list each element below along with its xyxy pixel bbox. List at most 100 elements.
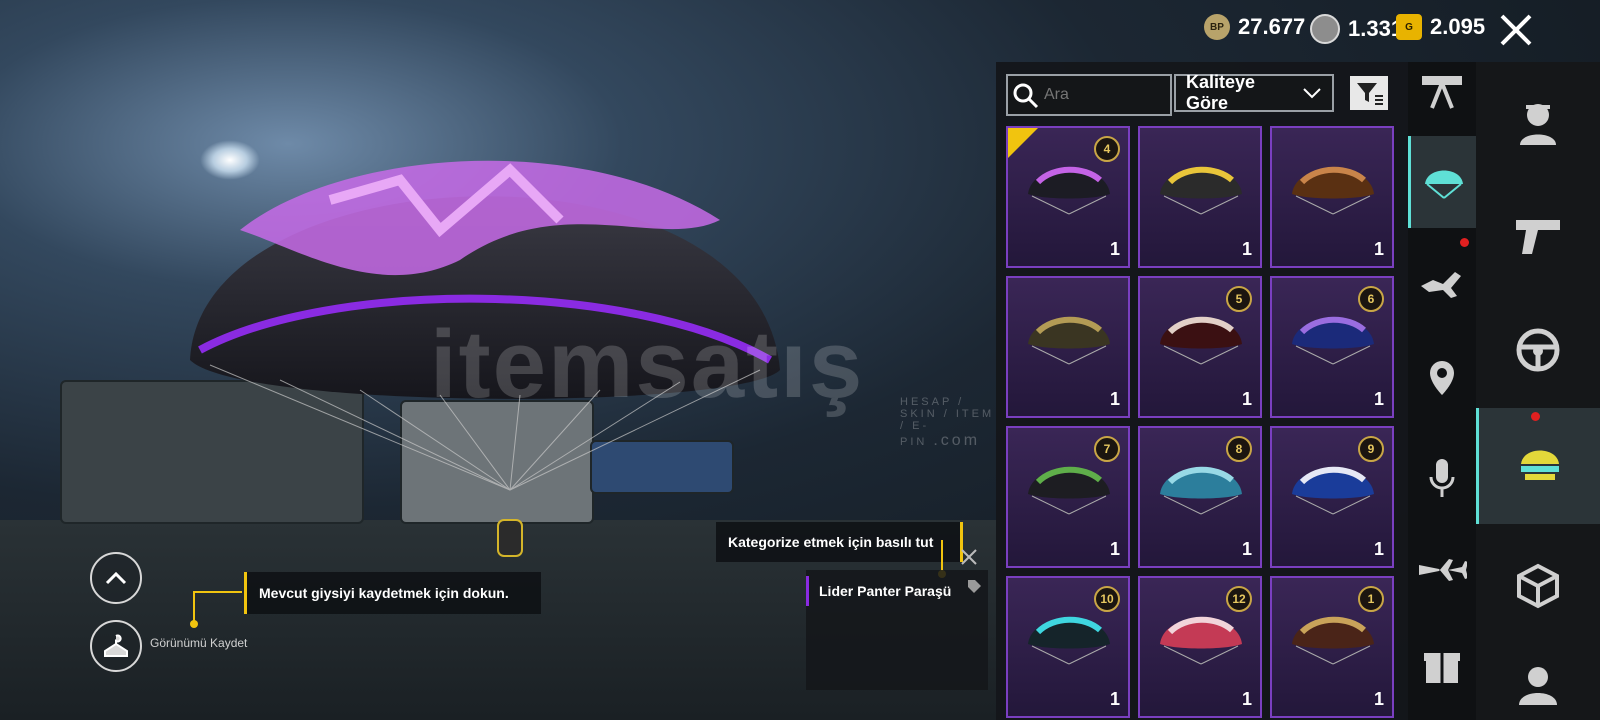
parachute-skin-thumbnail [1292, 316, 1374, 365]
level-badge: 6 [1358, 286, 1384, 312]
item-grid: 4 1 1 1 1 5 1 6 1 7 1 8 1 9 1 10 1 12 1 1 1 [1006, 126, 1394, 718]
parachute-skin-thumbnail [1028, 616, 1110, 665]
character-icon [1520, 104, 1556, 145]
tab-gift[interactable] [1408, 630, 1476, 700]
inventory-item[interactable]: 51 [1138, 276, 1262, 418]
watermark: itemsatış [430, 311, 865, 418]
crate-icon [1517, 563, 1559, 609]
parachute-skin-thumbnail [1292, 616, 1374, 665]
search-icon [1013, 83, 1039, 109]
item-quantity: 1 [1373, 689, 1384, 709]
inventory-item[interactable]: 61 [1270, 276, 1394, 418]
item-quantity: 1 [1109, 389, 1120, 409]
microphone-icon [1429, 459, 1455, 497]
level-badge: 5 [1226, 286, 1252, 312]
parachute-skin-thumbnail [1028, 166, 1110, 215]
tag-icon[interactable] [966, 578, 982, 594]
parachute-skin-thumbnail [1160, 166, 1242, 215]
gift-box-icon [1424, 653, 1460, 683]
steering-wheel-icon [1516, 328, 1560, 372]
inventory-item[interactable]: 11 [1270, 576, 1394, 718]
close-icon[interactable] [1498, 12, 1534, 48]
level-badge: 8 [1226, 436, 1252, 462]
map-pin-icon [1430, 361, 1454, 395]
inventory-item[interactable]: 12 1 [1138, 576, 1262, 718]
tab-crate[interactable] [1476, 536, 1600, 636]
inventory-item[interactable]: 91 [1270, 426, 1394, 568]
hanger-icon [104, 634, 128, 657]
inventory-item[interactable]: 1 [1270, 126, 1394, 268]
equipped-check-icon [1008, 128, 1038, 158]
item-quantity: 1 [1241, 239, 1252, 259]
tab-character[interactable] [1476, 72, 1600, 172]
parachute-skin-thumbnail [1160, 316, 1242, 365]
item-quantity: 1 [1241, 539, 1252, 559]
inventory-item[interactable]: 10 1 [1006, 576, 1130, 718]
sort-dropdown[interactable]: Kaliteye Göre [1174, 72, 1334, 113]
bp-balance: BP 27.677 [1204, 14, 1305, 40]
parachute-skin-thumbnail [1160, 466, 1242, 515]
pistol-icon [1516, 220, 1560, 254]
item-quantity: 1 [1373, 239, 1384, 259]
silver-coin-icon [1310, 14, 1340, 44]
search-box[interactable] [1006, 74, 1172, 116]
level-badge: 10 [1094, 586, 1120, 612]
tab-vehicle[interactable] [1476, 300, 1600, 400]
bp-coin-icon: BP [1204, 14, 1230, 40]
chevron-down-icon [1303, 88, 1321, 99]
notification-dot [1460, 238, 1469, 247]
g-coin-icon: G [1396, 14, 1422, 40]
save-look-button[interactable] [90, 620, 142, 672]
save-look-label: Görünümü Kaydet [150, 636, 248, 650]
inventory-item[interactable]: 1 [1006, 276, 1130, 418]
level-badge: 4 [1094, 136, 1120, 162]
item-quantity: 1 [1373, 389, 1384, 409]
item-quantity: 1 [1241, 689, 1252, 709]
tab-parachute[interactable] [1408, 136, 1476, 228]
tab-weapon[interactable] [1476, 186, 1600, 286]
expand-up-button[interactable] [90, 552, 142, 604]
parachute-skin-thumbnail [1028, 466, 1110, 515]
save-outfit-tooltip: Mevcut giysiyi kaydetmek için dokun. [244, 572, 541, 614]
tab-plane[interactable] [1408, 542, 1476, 602]
inventory-item[interactable]: 1 [1138, 126, 1262, 268]
parachute-skin-thumbnail [1292, 166, 1374, 215]
item-quantity: 1 [1109, 539, 1120, 559]
tooltip-connector [190, 591, 242, 628]
parachute-icon [1424, 170, 1463, 199]
sort-label: Kaliteye Göre [1186, 72, 1256, 113]
silver-amount: 1.331 [1348, 16, 1404, 41]
parachute-skin-thumbnail [1292, 466, 1374, 515]
item-quantity: 1 [1373, 539, 1384, 559]
inventory-item[interactable]: 71 [1006, 426, 1130, 568]
item-name: Lider Panter Paraşü [806, 576, 988, 606]
item-quantity: 1 [1241, 389, 1252, 409]
watermark-subtitle: HESAP / SKIN / ITEM / E-PIN .com [900, 396, 995, 449]
search-input[interactable] [1042, 85, 1156, 105]
g-coin-amount: 2.095 [1430, 14, 1486, 39]
item-detail-popup: Lider Panter Paraşü [806, 570, 988, 690]
inventory-item[interactable]: 81 [1138, 426, 1262, 568]
tab-voice[interactable] [1408, 444, 1476, 514]
glider-icon [1422, 76, 1462, 109]
tab-emote[interactable] [1408, 248, 1476, 318]
tab-location[interactable] [1408, 346, 1476, 416]
chevron-up-icon [105, 571, 127, 585]
avatar-icon [1519, 667, 1557, 705]
item-quantity: 1 [1109, 689, 1120, 709]
categorize-tooltip: Kategorize etmek için basılı tut [716, 522, 963, 562]
tab-airborne[interactable] [1476, 408, 1600, 524]
filter-icon[interactable] [1350, 76, 1388, 110]
close-popup-icon[interactable] [960, 548, 978, 566]
g-coin-balance: G 2.095 [1396, 14, 1485, 40]
level-badge: 1 [1358, 586, 1384, 612]
level-badge: 7 [1094, 436, 1120, 462]
item-quantity: 1 [1109, 239, 1120, 259]
inventory-item[interactable]: 41 [1006, 126, 1130, 268]
level-badge: 12 [1226, 586, 1252, 612]
tab-avatar[interactable] [1476, 648, 1600, 720]
airborne-icon [1520, 450, 1559, 480]
silver-balance: 1.331 [1310, 14, 1403, 44]
airplane-icon [1419, 559, 1467, 581]
tab-glider[interactable] [1408, 62, 1476, 122]
